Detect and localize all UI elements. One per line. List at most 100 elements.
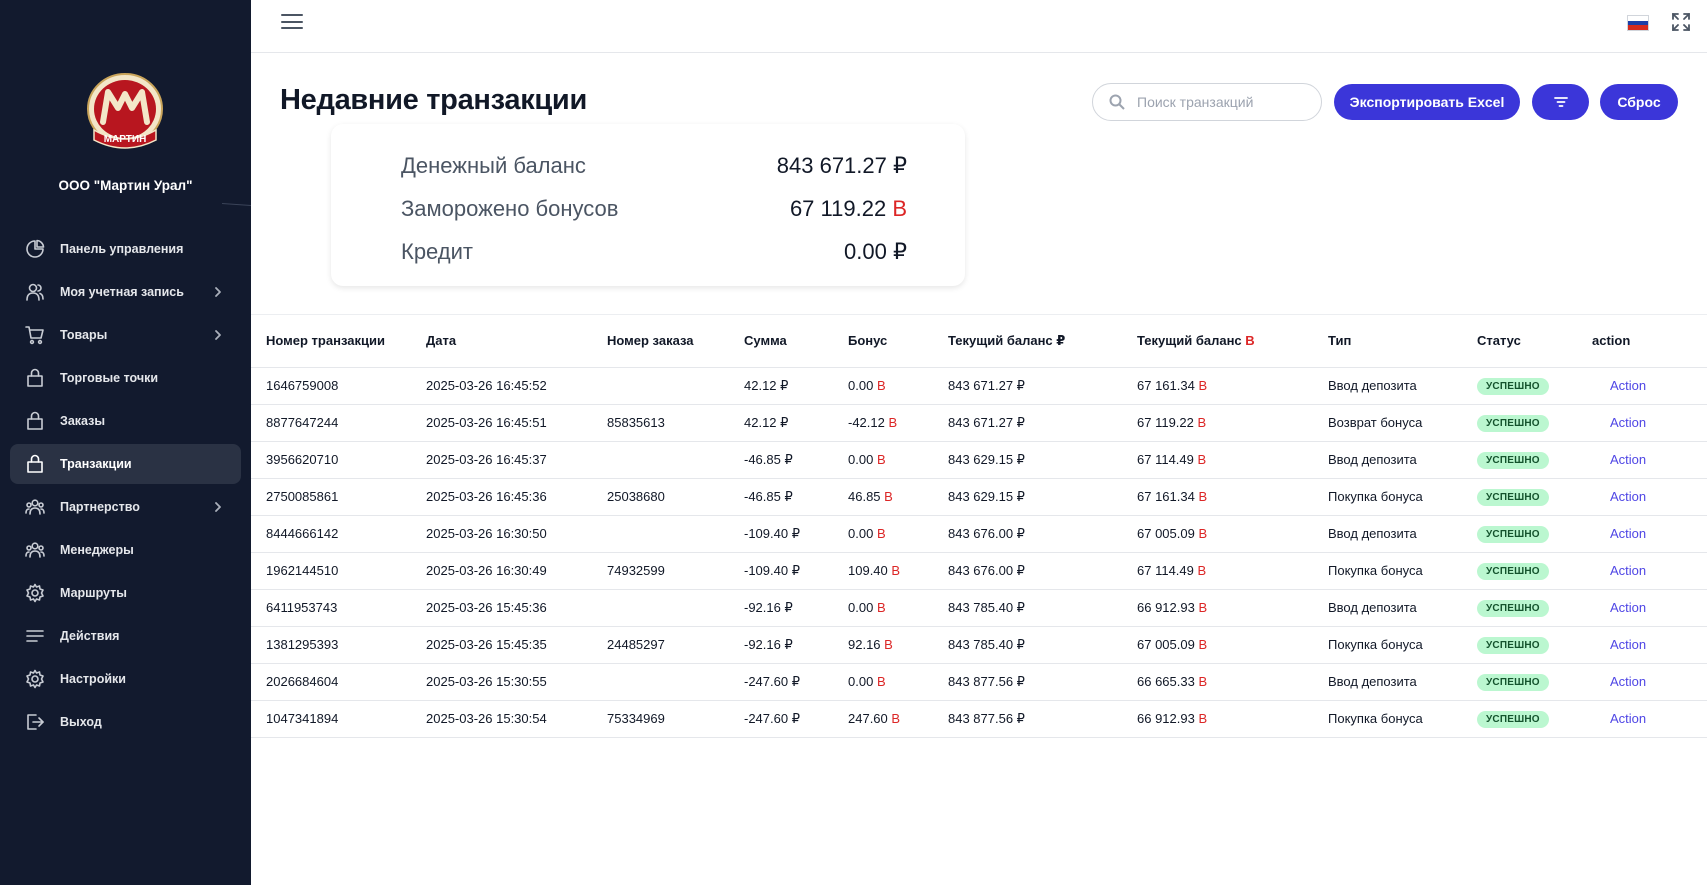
table-row[interactable]: 2750085861 2025-03-26 16:45:36 25038680 -46… (251, 478, 1707, 516)
bonus-amount: 247.60 (848, 711, 888, 726)
action-link[interactable]: Action (1592, 452, 1646, 467)
table-row[interactable]: 1381295393 2025-03-26 15:45:35 24485297 -92… (251, 626, 1707, 664)
sidebar-item-label: Транзакции (60, 457, 132, 471)
action-link[interactable]: Action (1592, 378, 1646, 393)
transaction-date: 2025-03-26 16:45:52 (426, 367, 607, 405)
transaction-id: 1646759008 (251, 367, 426, 405)
sidebar-item-partnership[interactable]: Партнерство (10, 487, 241, 527)
action-link[interactable]: Action (1592, 600, 1646, 615)
column-header[interactable]: Тип (1328, 315, 1477, 368)
action-link[interactable]: Action (1592, 674, 1646, 689)
status-badge: УСПЕШНО (1477, 710, 1549, 728)
balance-rub: 843 676.00 ₽ (948, 515, 1137, 553)
bonus-cell: 46.85 B (848, 478, 948, 516)
bonus-unit: B (1198, 600, 1208, 615)
table-row[interactable]: 3956620710 2025-03-26 16:45:37 -46.85 ₽0.0… (251, 441, 1707, 479)
table-row[interactable]: 8444666142 2025-03-26 16:30:50 -109.40 ₽0.… (251, 515, 1707, 553)
bag-icon (25, 454, 45, 474)
column-header[interactable]: Текущий баланс ₽ (948, 315, 1137, 368)
table-row[interactable]: 1047341894 2025-03-26 15:30:54 75334969 -24… (251, 700, 1707, 738)
table-row[interactable]: 2026684604 2025-03-26 15:30:55 -247.60 ₽0.… (251, 663, 1707, 701)
balance-bonus-cell: 67 005.09 B (1137, 515, 1328, 553)
transaction-type: Покупка бонуса (1328, 478, 1477, 516)
transaction-date: 2025-03-26 16:45:37 (426, 441, 607, 479)
fullscreen-icon[interactable] (1671, 12, 1691, 32)
column-header[interactable]: Номер заказа (607, 315, 744, 368)
bonus-unit: B (891, 563, 901, 578)
transaction-date: 2025-03-26 16:45:51 (426, 404, 607, 442)
sidebar-item-actions[interactable]: Действия (10, 616, 241, 656)
action-link[interactable]: Action (1592, 637, 1646, 652)
balance-value: 0.00 ₽ (844, 239, 907, 265)
transaction-sum: -109.40 ₽ (744, 552, 848, 590)
menu-toggle-icon[interactable] (281, 14, 303, 32)
sidebar-item-products[interactable]: Товары (10, 315, 241, 355)
balance-bonus-cell: 66 912.93 B (1137, 700, 1328, 738)
status-cell: УСПЕШНО (1477, 441, 1592, 479)
transaction-type: Покупка бонуса (1328, 626, 1477, 664)
sidebar-item-routes[interactable]: Маршруты (10, 573, 241, 613)
action-link[interactable]: Action (1592, 489, 1646, 504)
action-cell: Action (1592, 589, 1707, 627)
balance-label: Кредит (401, 239, 474, 264)
sidebar: МАРТИН ООО "Мартин Урал" Панель управлен… (0, 0, 251, 885)
sidebar-item-logout[interactable]: Выход (10, 702, 241, 742)
sidebar-item-label: Торговые точки (60, 371, 159, 385)
sidebar-item-account[interactable]: Моя учетная запись (10, 272, 241, 312)
transaction-id: 2750085861 (251, 478, 426, 516)
sidebar-item-settings[interactable]: Настройки (10, 659, 241, 699)
filter-button[interactable] (1532, 84, 1589, 120)
action-link[interactable]: Action (1592, 563, 1646, 578)
bonus-unit: B (1197, 452, 1207, 467)
transaction-sum: -46.85 ₽ (744, 441, 848, 479)
search-input[interactable] (1137, 94, 1307, 110)
transaction-id: 3956620710 (251, 441, 426, 479)
sidebar-item-transactions[interactable]: Транзакции (10, 444, 241, 484)
balance-row-credit: Кредит 0.00 ₽ (401, 237, 907, 267)
column-header[interactable]: Сумма (744, 315, 848, 368)
balance-bonus-cell: 67 114.49 B (1137, 441, 1328, 479)
transaction-sum: 42.12 ₽ (744, 367, 848, 405)
action-cell: Action (1592, 367, 1707, 405)
balance-rub: 843 676.00 ₽ (948, 552, 1137, 590)
order-number: 24485297 (607, 626, 744, 664)
sidebar-item-outlets[interactable]: Торговые точки (10, 358, 241, 398)
column-header[interactable]: action (1592, 315, 1707, 368)
export-excel-button[interactable]: Экспортировать Excel (1334, 84, 1520, 120)
sidebar-item-label: Моя учетная запись (60, 285, 184, 299)
status-badge: УСПЕШНО (1477, 451, 1549, 469)
table-row[interactable]: 6411953743 2025-03-26 15:45:36 -92.16 ₽0.0… (251, 589, 1707, 627)
martin-logo[interactable]: МАРТИН (86, 72, 164, 154)
search-box[interactable] (1092, 83, 1322, 121)
status-badge: УСПЕШНО (1477, 377, 1549, 395)
bonus-unit: B (888, 415, 898, 430)
transaction-sum: -109.40 ₽ (744, 515, 848, 553)
transaction-sum: -92.16 ₽ (744, 589, 848, 627)
sidebar-item-dashboard[interactable]: Панель управления (10, 229, 241, 269)
column-header[interactable]: Номер транзакции (251, 315, 426, 368)
action-cell: Action (1592, 552, 1707, 590)
column-header[interactable]: Текущий баланс B (1137, 315, 1328, 368)
order-number: 25038680 (607, 478, 744, 516)
chevron-right-icon (211, 328, 225, 342)
balance-rub: 843 629.15 ₽ (948, 478, 1137, 516)
action-link[interactable]: Action (1592, 526, 1646, 541)
action-link[interactable]: Action (1592, 711, 1646, 726)
sidebar-item-managers[interactable]: Менеджеры (10, 530, 241, 570)
table-row[interactable]: 1962144510 2025-03-26 16:30:49 74932599 -10… (251, 552, 1707, 590)
column-header[interactable]: Статус (1477, 315, 1592, 368)
bonus-unit: B (891, 711, 901, 726)
russian-flag-icon[interactable] (1627, 15, 1649, 31)
column-header[interactable]: Бонус (848, 315, 948, 368)
column-header[interactable]: Дата (426, 315, 607, 368)
action-cell: Action (1592, 515, 1707, 553)
status-badge: УСПЕШНО (1477, 599, 1549, 617)
table-row[interactable]: 8877647244 2025-03-26 16:45:51 85835613 42.… (251, 404, 1707, 442)
reset-button[interactable]: Сброс (1600, 84, 1678, 120)
order-number (607, 441, 744, 479)
transaction-id: 8877647244 (251, 404, 426, 442)
sidebar-item-orders[interactable]: Заказы (10, 401, 241, 441)
bonus-amount: 92.16 (848, 637, 881, 652)
table-row[interactable]: 1646759008 2025-03-26 16:45:52 42.12 ₽0.00… (251, 367, 1707, 405)
action-link[interactable]: Action (1592, 415, 1646, 430)
